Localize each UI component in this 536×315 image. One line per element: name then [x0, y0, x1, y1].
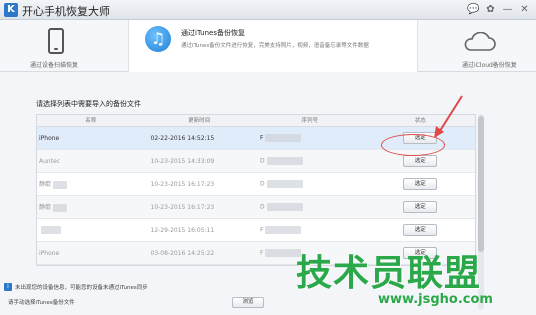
serial-prefix: D — [260, 157, 265, 165]
redacted-serial — [265, 226, 302, 234]
watermark-brand: 技术员联盟 — [296, 253, 482, 294]
row-status: 选定 — [366, 155, 475, 167]
browse-button[interactable]: 浏览 — [232, 297, 264, 308]
column-header-name: 名称 — [85, 118, 97, 124]
row-name: iPhone — [39, 134, 60, 142]
column-header-serial: 序列号 — [301, 118, 319, 124]
row-time: 12-29-2015 16:05:11 — [150, 226, 215, 234]
scrollbar-thumb[interactable] — [478, 116, 484, 252]
row-name: Auntec — [39, 157, 61, 165]
tab-itunes-description: 通过iTunes备份文件进行恢复，完美支持照片，视频，语音备忘录等文件数据 — [181, 43, 369, 49]
redacted-serial — [266, 180, 303, 188]
row-name: iPhone — [39, 249, 60, 257]
cloud-icon — [464, 32, 496, 51]
footer-info: i 未出现您的设备信息，可能您的设备未通过iTunes同步 — [4, 283, 148, 291]
app-logo: K — [4, 3, 18, 17]
footer-info-text: 未出现您的设备信息，可能您的设备未通过iTunes同步 — [15, 285, 148, 291]
row-status: 选定 — [366, 132, 475, 144]
close-button[interactable]: ✕ — [517, 2, 532, 17]
row-time: 10-23-2015 16:17:23 — [150, 203, 215, 211]
serial-prefix: F — [260, 134, 264, 142]
redacted-serial — [266, 157, 303, 165]
title-bar: K 开心手机恢复大师 💬 ✿ — ✕ — [0, 0, 536, 20]
row-serial: D — [254, 180, 366, 188]
info-icon: i — [4, 283, 12, 291]
row-status: 选定 — [366, 201, 475, 213]
recovery-mode-tabs: 通过设备扫描恢复 ♫ 通过iTunes备份恢复 通过iTunes备份文件进行恢复… — [0, 20, 536, 72]
minimize-button[interactable]: — — [500, 2, 515, 17]
row-status: 选定 — [366, 224, 475, 236]
row-name: 静歆 — [37, 179, 145, 189]
redacted-name — [53, 203, 68, 212]
column-header-time: 更新时间 — [188, 118, 211, 124]
redacted-name — [53, 180, 68, 189]
serial-prefix: D — [260, 180, 265, 188]
serial-prefix: F — [260, 226, 264, 234]
select-button[interactable]: 选定 — [403, 155, 438, 167]
app-title: 开心手机恢复大师 — [22, 5, 110, 18]
table-row[interactable]: 静歆 10-23-2015 16:17:23 D 选定 — [37, 196, 475, 219]
tab-itunes-backup[interactable]: ♫ 通过iTunes备份恢复 通过iTunes备份文件进行恢复，完美支持照片，视… — [128, 20, 418, 72]
tab-device-scan[interactable]: 通过设备扫描恢复 — [0, 20, 128, 72]
backup-list-prompt: 请选择列表中需要导入的备份文件 — [36, 100, 141, 108]
select-button[interactable]: 选定 — [403, 178, 438, 190]
row-serial: F — [254, 226, 366, 234]
select-button[interactable]: 选定 — [403, 201, 438, 213]
column-header-status: 状态 — [414, 118, 426, 124]
select-button[interactable]: 选定 — [403, 224, 438, 236]
serial-prefix: D — [260, 203, 265, 211]
row-status: 选定 — [366, 178, 475, 190]
window-controls: 💬 ✿ — ✕ — [466, 2, 532, 18]
row-name: 静歆 — [37, 202, 145, 212]
redacted-serial — [266, 203, 303, 211]
table-row[interactable]: 12-29-2015 16:05:11 F 选定 — [37, 219, 475, 242]
select-button[interactable]: 选定 — [403, 132, 438, 144]
skin-icon[interactable]: ✿ — [483, 2, 498, 17]
tab-icloud-backup[interactable]: 通过iCloud备份恢复 — [418, 20, 536, 72]
tab-itunes-title: 通过iTunes备份恢复 — [181, 29, 245, 37]
row-name-text: 静歆 — [39, 181, 52, 189]
row-time: 03-08-2016 14:25:22 — [150, 249, 215, 257]
table-header: 名称 更新时间 序列号 状态 — [37, 115, 475, 127]
watermark-url: www.jsgho.com — [378, 292, 493, 307]
table-row[interactable]: Auntec 10-23-2015 14:33:09 D 选定 — [37, 150, 475, 173]
serial-prefix: F — [260, 249, 264, 257]
row-time: 10-23-2015 16:17:23 — [150, 180, 215, 188]
row-serial: F — [254, 134, 366, 142]
tab-icloud-label: 通过iCloud备份恢复 — [462, 62, 517, 69]
phone-icon — [48, 28, 64, 54]
row-serial: D — [254, 203, 366, 211]
row-name-text: 静歆 — [39, 204, 52, 212]
redacted-serial — [265, 134, 302, 142]
redacted-name — [41, 226, 61, 234]
table-row[interactable]: 静歆 10-23-2015 16:17:23 D 选定 — [37, 173, 475, 196]
chat-icon[interactable]: 💬 — [466, 2, 481, 17]
row-serial: D — [254, 157, 366, 165]
row-name — [37, 226, 145, 234]
itunes-note-icon: ♫ — [145, 26, 171, 52]
table-row[interactable]: iPhone 02-22-2016 14:52:15 F 选定 — [37, 127, 475, 150]
row-time: 02-22-2016 14:52:15 — [150, 134, 215, 142]
footer-hint: 请手动选择iTunes备份文件 — [8, 300, 75, 306]
row-time: 10-23-2015 14:33:09 — [150, 157, 215, 165]
tab-device-label: 通过设备扫描恢复 — [30, 62, 79, 69]
